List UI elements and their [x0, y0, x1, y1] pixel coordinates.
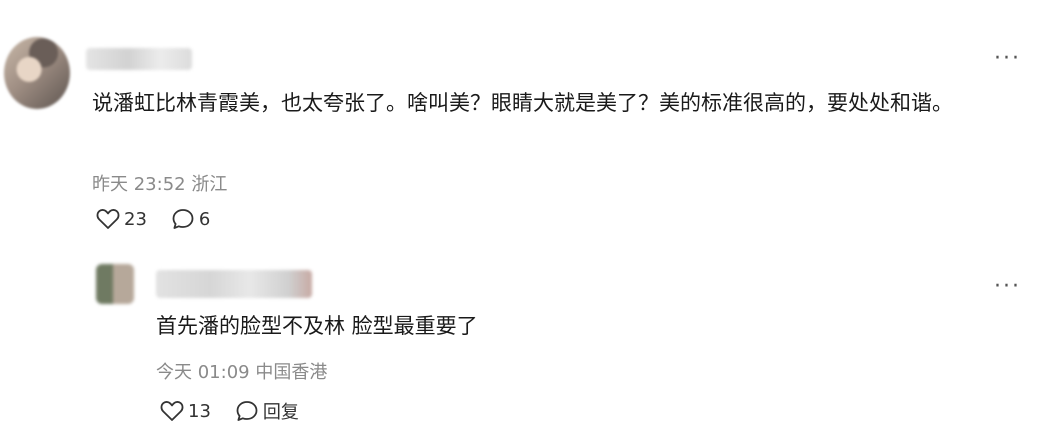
reply-location: 中国香港 [255, 362, 328, 383]
comment-like-button[interactable]: 23 [96, 208, 147, 230]
reply-text: 首先潘的脸型不及林 脸型最重要了 [156, 314, 478, 338]
comment-like-count: 23 [124, 208, 147, 230]
comment-bubble-icon [236, 401, 258, 421]
comment-actions: 23 6 [96, 208, 234, 230]
comment-time: 昨天 23:52 [92, 174, 186, 195]
comment-meta: 昨天 23:52 浙江 [92, 170, 227, 196]
commenter-name-blurred[interactable] [86, 48, 192, 70]
reply-more-button[interactable]: ··· [994, 276, 1021, 298]
comment-location: 浙江 [191, 174, 228, 195]
heart-icon [96, 209, 120, 229]
comment-text: 说潘虹比林青霞美，也太夸张了。啥叫美？眼睛大就是美了？美的标准很高的，要处处和谐… [92, 91, 953, 115]
reply-avatar[interactable] [96, 264, 134, 304]
comment-more-button[interactable]: ··· [994, 48, 1021, 70]
comment-reply-count: 6 [198, 208, 211, 230]
reply-reply-label: 回复 [262, 402, 299, 423]
reply-meta: 今天 01:09 中国香港 [156, 358, 327, 384]
reply-time: 今天 01:09 [156, 362, 250, 383]
comment-bubble-icon [172, 209, 194, 229]
commenter-avatar[interactable] [4, 37, 70, 109]
comment-reply-button[interactable]: 6 [171, 208, 210, 230]
reply-like-count: 13 [188, 400, 211, 422]
reply-actions: 13 回复 [160, 398, 323, 424]
reply-reply-button[interactable]: 回复 [235, 398, 299, 424]
reply-author-name-blurred[interactable] [156, 270, 312, 298]
reply-like-button[interactable]: 13 [160, 400, 211, 422]
heart-icon [160, 401, 184, 421]
